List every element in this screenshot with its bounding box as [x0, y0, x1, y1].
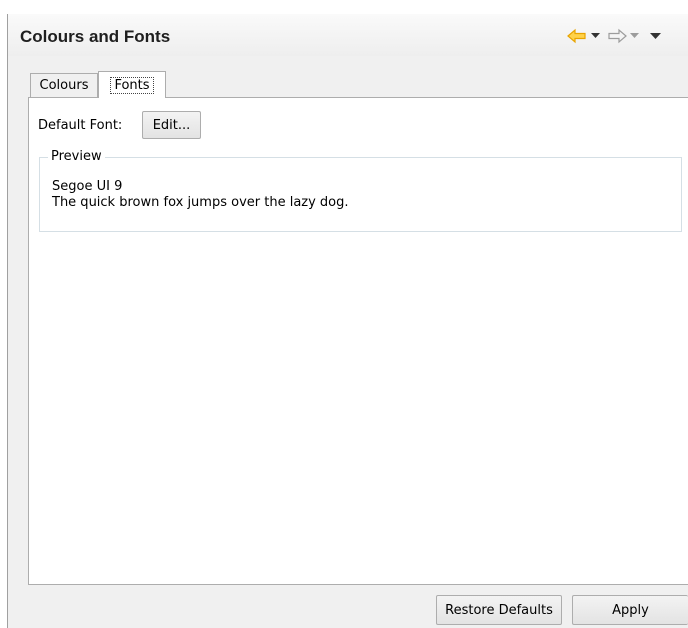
preview-sample-text: The quick brown fox jumps over the lazy …: [52, 195, 349, 210]
preview-legend: Preview: [48, 149, 105, 164]
forward-arrow-icon[interactable]: [607, 26, 627, 46]
tab-colours-label: Colours: [39, 78, 89, 93]
edit-font-button[interactable]: Edit...: [142, 111, 201, 139]
view-menu-icon[interactable]: [650, 26, 661, 46]
preview-font-name: Segoe UI 9: [52, 179, 123, 194]
page-title: Colours and Fonts: [20, 27, 171, 46]
back-arrow-icon[interactable]: [567, 26, 587, 46]
tab-colours[interactable]: Colours: [30, 73, 98, 97]
apply-button[interactable]: Apply: [572, 595, 688, 625]
tab-fonts[interactable]: Fonts: [98, 71, 166, 98]
back-history-dropdown-icon[interactable]: [591, 26, 600, 46]
restore-defaults-button[interactable]: Restore Defaults: [436, 595, 562, 625]
tab-fonts-label: Fonts: [110, 76, 154, 94]
forward-history-dropdown-icon[interactable]: [630, 26, 639, 46]
default-font-label: Default Font:: [38, 118, 123, 133]
